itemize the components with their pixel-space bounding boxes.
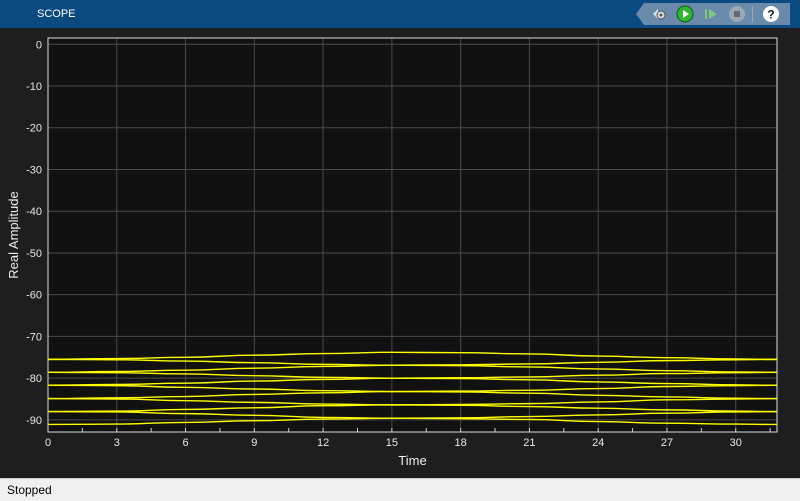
x-tick-label: 9 [251, 437, 257, 449]
x-tick-label: 0 [45, 437, 51, 449]
run-icon[interactable] [676, 5, 694, 23]
y-tick-label: -40 [26, 206, 42, 218]
scope-chart: 0 3 6 9 12 15 18 21 24 27 30 0 -10 -20 -30 -40 -50 -60 -70… [6, 37, 778, 468]
x-tick-label: 21 [523, 437, 535, 449]
toolbar: ? [636, 3, 790, 25]
y-tick-label: 0 [36, 39, 42, 51]
x-tick-label: 6 [182, 437, 188, 449]
status-text: Stopped [7, 483, 52, 497]
y-tick-label: -60 [26, 290, 42, 302]
y-axis-label: Real Amplitude [6, 191, 21, 278]
x-axis-label: Time [398, 453, 426, 468]
y-tick-label: -10 [26, 81, 42, 93]
x-tick-label: 3 [114, 437, 120, 449]
svg-text:?: ? [767, 8, 774, 22]
x-tick-label: 30 [730, 437, 742, 449]
x-tick-label: 24 [592, 437, 604, 449]
toolbar-divider [752, 6, 753, 22]
stop-icon[interactable] [728, 5, 746, 23]
step-forward-icon[interactable] [702, 5, 720, 23]
y-tick-label: -20 [26, 123, 42, 135]
settings-gear-icon[interactable] [650, 5, 668, 23]
x-tick-label: 15 [386, 437, 398, 449]
help-icon[interactable]: ? [762, 5, 780, 23]
status-bar: Stopped [0, 478, 800, 501]
y-tick-label: -90 [26, 415, 42, 427]
x-tick-label: 27 [661, 437, 673, 449]
x-tick-label: 18 [455, 437, 467, 449]
title-bar: SCOPE ? [0, 0, 800, 28]
y-tick-label: -50 [26, 248, 42, 260]
y-tick-label: -70 [26, 331, 42, 343]
x-tick-label: 12 [317, 437, 329, 449]
y-tick-label: -30 [26, 164, 42, 176]
window-title: SCOPE [37, 8, 76, 20]
y-tick-label: -80 [26, 373, 42, 385]
